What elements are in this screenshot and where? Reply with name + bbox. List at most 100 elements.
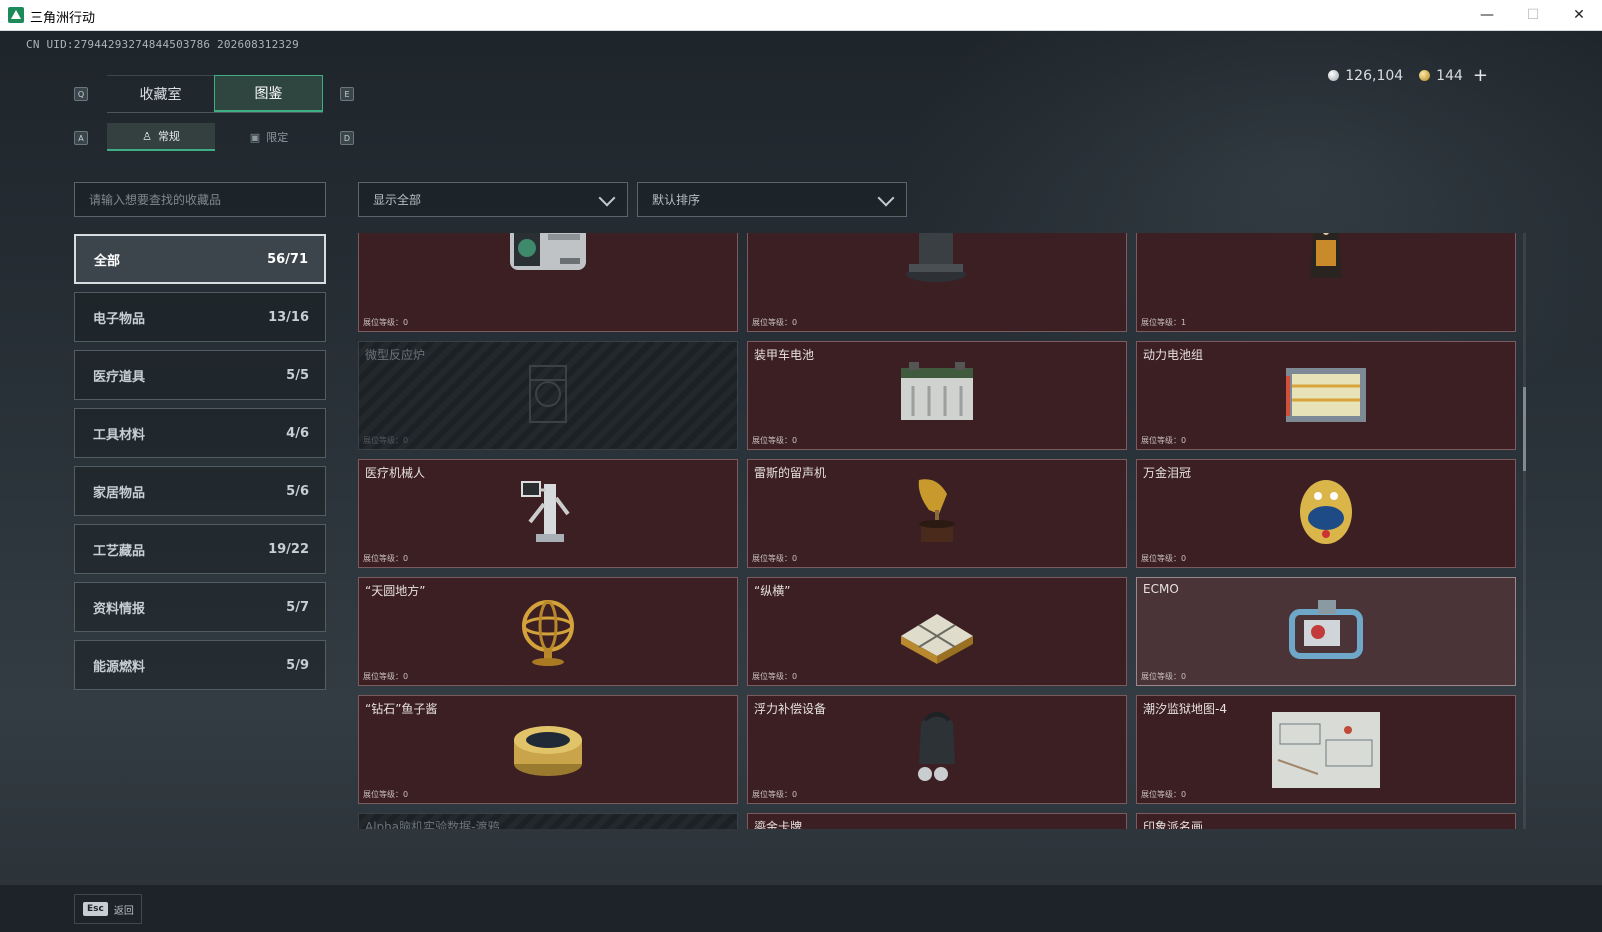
item-level: 展位等级：0: [1141, 672, 1187, 681]
item-level: 展位等级：0: [1141, 554, 1187, 563]
gramophone-icon: [889, 474, 985, 554]
item-card[interactable]: 展位等级：0: [358, 233, 738, 332]
category-count: 4/6: [286, 425, 309, 441]
category-intel[interactable]: 资料情报 5/7: [74, 582, 326, 632]
item-name: 万金泪冠: [1143, 466, 1192, 480]
gold-card-icon: [889, 828, 985, 829]
jeweled-egg-icon: [1278, 474, 1374, 554]
back-button[interactable]: Esc 返回: [74, 894, 142, 924]
item-level: 展位等级：1: [1141, 318, 1187, 327]
window-titlebar: 三角洲行动 — ☐ ✕: [0, 0, 1602, 31]
item-name: 微型反应炉: [365, 348, 426, 362]
item-level: 展位等级：0: [752, 318, 798, 327]
item-name: “天圆地方”: [365, 584, 426, 598]
key-hint-d: D: [340, 131, 354, 145]
battery-icon: [889, 356, 985, 436]
item-card[interactable]: 微型反应炉 展位等级：0: [358, 341, 738, 450]
item-card[interactable]: 雷斯的留声机 展位等级：0: [747, 459, 1127, 568]
trophy-icon: ♙: [142, 129, 152, 143]
item-name: Alpha脑机实验数据-渡鸦: [365, 820, 500, 829]
footer-bar: [0, 885, 1602, 932]
item-card[interactable]: 印象派名画: [1136, 813, 1516, 829]
item-card[interactable]: “纵横” 展位等级：0: [747, 577, 1127, 686]
category-crafts[interactable]: 工艺藏品 19/22: [74, 524, 326, 574]
item-card[interactable]: Alpha脑机实验数据-渡鸦: [358, 813, 738, 829]
item-level: 展位等级：0: [752, 672, 798, 681]
item-card[interactable]: 医疗机械人 展位等级：0: [358, 459, 738, 568]
image-icon: ▣: [249, 130, 261, 144]
category-label: 能源燃料: [93, 659, 146, 675]
camera-rig-icon: [500, 233, 596, 296]
item-card[interactable]: “天圆地方” 展位等级：0: [358, 577, 738, 686]
category-count: 13/16: [268, 309, 309, 325]
item-level: 展位等级：0: [363, 672, 409, 681]
item-level: 展位等级：0: [363, 554, 409, 563]
item-card[interactable]: 动力电池组 展位等级：0: [1136, 341, 1516, 450]
category-all[interactable]: 全部 56/71: [74, 234, 326, 284]
item-level: 展位等级：0: [363, 436, 409, 445]
category-label: 电子物品: [93, 311, 146, 327]
item-card[interactable]: 展位等级：0: [747, 233, 1127, 332]
category-energy[interactable]: 能源燃料 5/9: [74, 640, 326, 690]
item-card[interactable]: 展位等级：1: [1136, 233, 1516, 332]
item-card[interactable]: 装甲车电池 展位等级：0: [747, 341, 1127, 450]
category-count: 56/71: [267, 251, 308, 267]
item-card[interactable]: 鎏金卡牌: [747, 813, 1127, 829]
battery-pack-icon: [1278, 356, 1374, 436]
esc-key-icon: Esc: [83, 902, 108, 916]
category-tools[interactable]: 工具材料 4/6: [74, 408, 326, 458]
add-currency-button[interactable]: +: [1473, 65, 1488, 86]
item-name: 浮力补偿设备: [754, 702, 827, 716]
sort-dropdown[interactable]: 默认排序: [637, 182, 907, 217]
painting-icon: [1278, 828, 1374, 829]
ecmo-machine-icon: [1278, 592, 1374, 672]
item-level: 展位等级：0: [1141, 436, 1187, 445]
robot-vacuum-icon: [889, 233, 985, 296]
item-name: “钻石”鱼子酱: [365, 702, 438, 716]
game-screen: CN UID:27944293274844503786 202608312329…: [0, 31, 1602, 932]
medical-robot-icon: [500, 474, 596, 554]
chevron-down-icon: [877, 189, 895, 207]
item-grid-viewport: 展位等级：0 展位等级：0 展位等级：1 微型反应炉 展位等级：0 装甲车电池 …: [358, 233, 1528, 829]
maximize-button[interactable]: ☐: [1510, 0, 1556, 30]
item-level: 展位等级：0: [1141, 790, 1187, 799]
item-card[interactable]: “钻石”鱼子酱 展位等级：0: [358, 695, 738, 804]
gold-coin-icon: [1419, 70, 1431, 81]
item-name: “纵横”: [754, 584, 791, 598]
item-name: 动力电池组: [1143, 348, 1204, 362]
tab-collection-room[interactable]: 收藏室: [107, 75, 214, 112]
window-title: 三角洲行动: [30, 11, 96, 26]
item-name: 装甲车电池: [754, 348, 815, 362]
category-count: 5/9: [286, 657, 309, 673]
gold-amount: 144: [1436, 67, 1463, 84]
subtab-regular[interactable]: ♙ 常规: [107, 123, 215, 151]
main-tabs: 收藏室 图鉴: [107, 75, 323, 113]
subtab-limited-label: 限定: [266, 131, 289, 144]
filter-dropdown[interactable]: 显示全部: [358, 182, 628, 217]
grid-scrollbar-track[interactable]: [1523, 233, 1526, 829]
category-label: 医疗道具: [93, 369, 146, 385]
grid-scrollbar-thumb[interactable]: [1523, 387, 1526, 471]
item-grid: 展位等级：0 展位等级：0 展位等级：1 微型反应炉 展位等级：0 装甲车电池 …: [358, 233, 1516, 829]
tab-catalog[interactable]: 图鉴: [214, 75, 323, 112]
category-household[interactable]: 家居物品 5/6: [74, 466, 326, 516]
player-uid: CN UID:27944293274844503786 202608312329: [26, 38, 299, 51]
category-count: 19/22: [268, 541, 309, 557]
reactor-icon: [500, 356, 596, 436]
item-card[interactable]: 潮汐监狱地图-4 展位等级：0: [1136, 695, 1516, 804]
search-input[interactable]: [74, 182, 326, 217]
caviar-tin-icon: [500, 710, 596, 790]
category-label: 家居物品: [93, 485, 146, 501]
currency-bar: 126,104 144 +: [1328, 65, 1488, 86]
category-electronics[interactable]: 电子物品 13/16: [74, 292, 326, 342]
minimize-button[interactable]: —: [1464, 0, 1510, 30]
item-card[interactable]: 浮力补偿设备 展位等级：0: [747, 695, 1127, 804]
close-button[interactable]: ✕: [1556, 0, 1602, 30]
gold-currency: 144 +: [1419, 65, 1488, 86]
subtab-limited[interactable]: ▣ 限定: [215, 123, 323, 151]
item-card[interactable]: 万金泪冠 展位等级：0: [1136, 459, 1516, 568]
item-card[interactable]: ECMO 展位等级：0: [1136, 577, 1516, 686]
category-label: 全部: [94, 253, 121, 269]
sort-dropdown-value: 默认排序: [652, 193, 701, 207]
category-medical[interactable]: 医疗道具 5/5: [74, 350, 326, 400]
